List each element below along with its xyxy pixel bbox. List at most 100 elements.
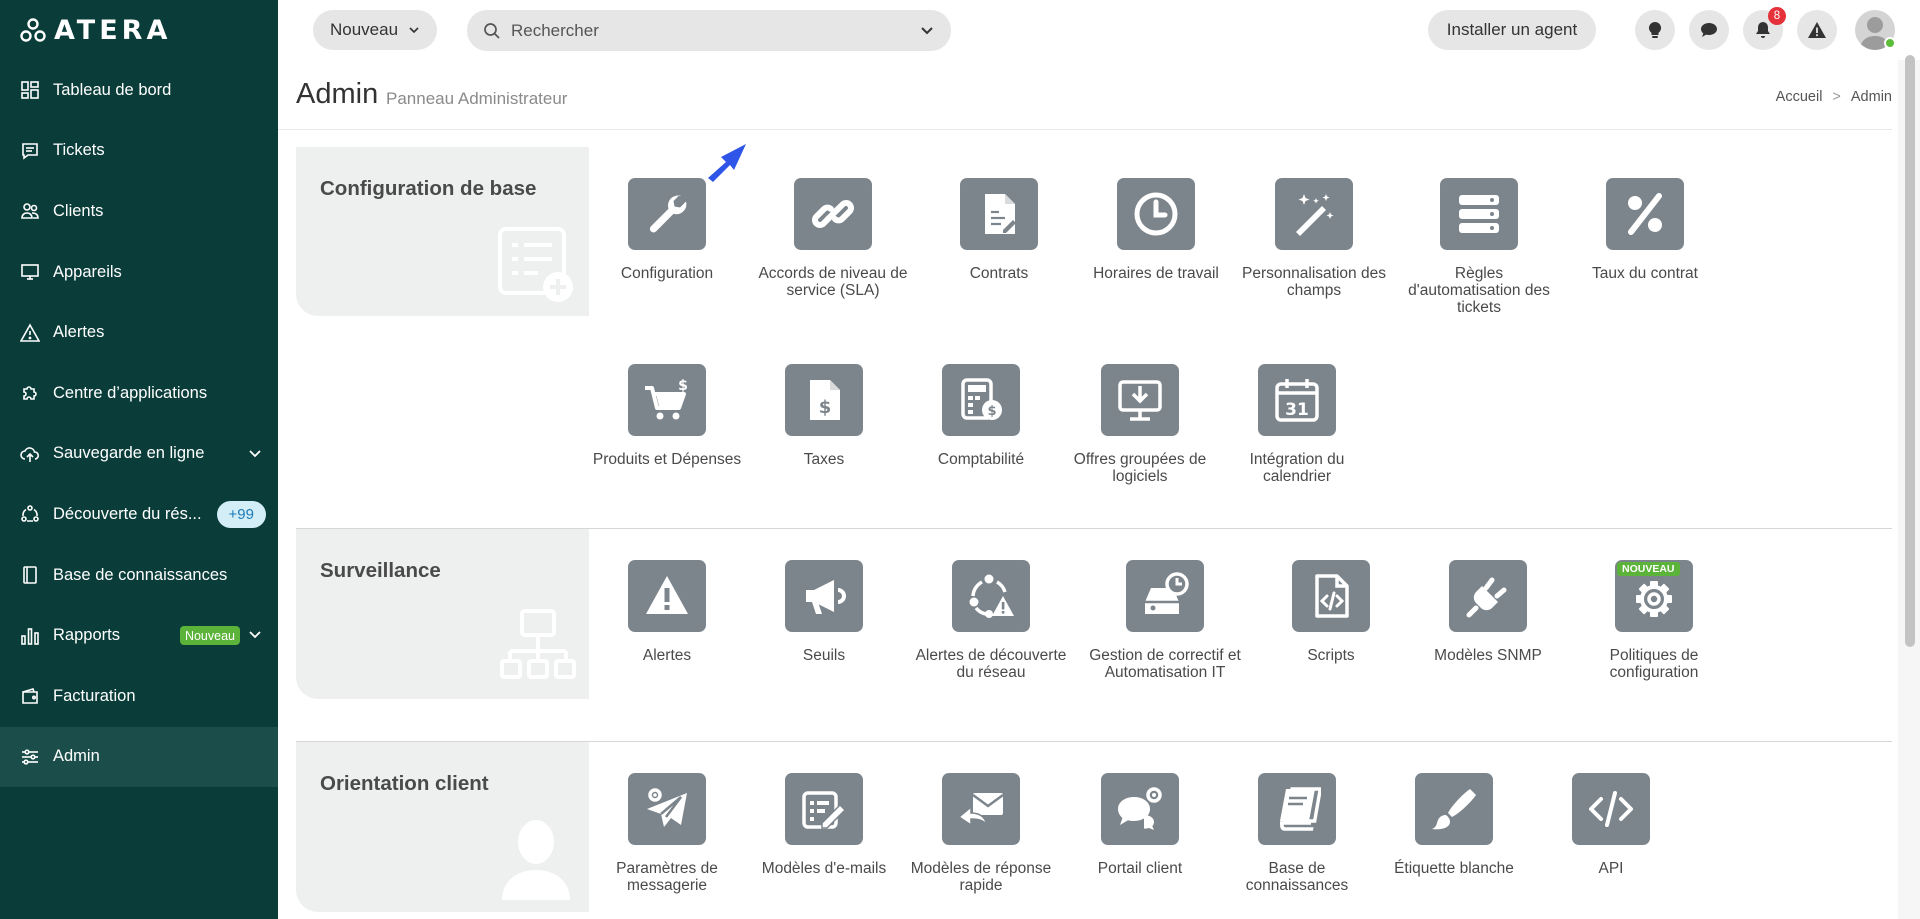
tile-label: Seuils — [802, 647, 846, 664]
tile-icon-box — [1258, 773, 1336, 845]
tile-icon-box — [942, 773, 1020, 845]
sidebar-item-online-backup[interactable]: Sauvegarde en ligne — [0, 424, 278, 485]
breadcrumb-home-link[interactable]: Accueil — [1776, 89, 1823, 105]
megaphone-icon — [806, 580, 846, 614]
tile-icon-box — [1101, 364, 1179, 436]
tile-thresholds[interactable]: Seuils — [744, 560, 904, 664]
sidebar-item-knowledge-base[interactable]: Base de connaissances — [0, 545, 278, 606]
book-icon — [20, 565, 40, 585]
install-agent-button[interactable]: Installer un agent — [1428, 10, 1596, 50]
drive-clock-icon — [1145, 572, 1189, 614]
tile-taxes[interactable]: $ Taxes — [744, 364, 904, 468]
sidebar-nav: Tableau de bord Tickets Clients Appareil… — [0, 60, 278, 788]
sidebar-item-devices[interactable]: Appareils — [0, 242, 278, 303]
tile-icon-box: $ — [785, 364, 863, 436]
tile-network-discovery-alerts[interactable]: Alertes de découverte du réseau — [911, 560, 1071, 681]
tile-icon-box — [960, 178, 1038, 250]
breadcrumb-separator: > — [1832, 89, 1841, 105]
tile-calendar-integration[interactable]: 31 Intégration du calendrier — [1217, 364, 1377, 485]
search-icon — [484, 22, 500, 39]
tile-messaging-settings[interactable]: Paramètres de messagerie — [587, 773, 747, 894]
sidebar-item-billing[interactable]: Facturation — [0, 666, 278, 727]
tile-sla[interactable]: Accords de niveau de service (SLA) — [753, 178, 913, 299]
sidebar-item-clients[interactable]: Clients — [0, 181, 278, 242]
tile-label: Règles d'automatisation des tickets — [1408, 265, 1550, 316]
alert-icon — [20, 323, 40, 343]
new-button[interactable]: Nouveau — [313, 10, 437, 50]
sidebar-item-reports[interactable]: Rapports Nouveau — [0, 605, 278, 666]
atera-logo[interactable]: ATERA — [20, 15, 171, 46]
chevron-down-icon[interactable] — [248, 446, 262, 460]
tile-knowledge-base[interactable]: Base de connaissances — [1217, 773, 1377, 894]
clients-icon — [20, 201, 40, 221]
tile-label: Base de connaissances — [1245, 860, 1349, 894]
tile-icon-box — [628, 773, 706, 845]
tile-client-portal[interactable]: Portail client — [1060, 773, 1220, 877]
scrollbar-thumb[interactable] — [1905, 55, 1915, 647]
tile-contracts[interactable]: Contrats — [919, 178, 1079, 282]
sidebar-item-admin[interactable]: Admin — [0, 726, 278, 788]
alerts-button[interactable] — [1797, 10, 1837, 50]
puzzle-icon — [20, 383, 40, 403]
sidebar-item-alerts[interactable]: Alertes — [0, 302, 278, 363]
chevron-down-icon[interactable] — [248, 627, 262, 641]
tile-icon-box — [785, 560, 863, 632]
tile-icon-box — [1117, 178, 1195, 250]
header-divider — [278, 129, 1892, 130]
paper-plane-gear-icon — [647, 788, 687, 827]
tile-icon-box: NOUVEAU — [1615, 560, 1693, 632]
tile-contract-rates[interactable]: Taux du contrat — [1565, 178, 1725, 282]
section-base-config-panel: Configuration de base — [296, 147, 589, 316]
shopping-cart-dollar-icon: $ — [645, 378, 688, 420]
sidebar-item-tickets[interactable]: Tickets — [0, 121, 278, 182]
tile-configuration-policies[interactable]: NOUVEAU Politiques de configuration — [1574, 560, 1734, 681]
top-bar: Nouveau Installer un agent 8 — [278, 0, 1920, 60]
chevron-down-icon[interactable] — [919, 23, 935, 39]
tile-api[interactable]: API — [1531, 773, 1691, 877]
svg-text:31: 31 — [1285, 400, 1309, 420]
tile-icon-box: $ — [942, 364, 1020, 436]
tile-label: Étiquette blanche — [1394, 860, 1514, 877]
sidebar-item-label: Tableau de bord — [53, 80, 172, 99]
tile-label: Comptabilité — [937, 451, 1025, 468]
sidebar-item-dashboard[interactable]: Tableau de bord — [0, 60, 278, 121]
tile-products-expenses[interactable]: $ Produits et Dépenses — [587, 364, 747, 468]
tile-icon-box — [794, 178, 872, 250]
tips-button[interactable] — [1635, 10, 1675, 50]
notifications-button[interactable]: 8 — [1743, 7, 1786, 50]
tile-icon-box — [1292, 560, 1370, 632]
section-title: Configuration de base — [320, 177, 537, 200]
tile-software-bundles[interactable]: Offres groupées de logiciels — [1060, 364, 1220, 485]
tile-quick-reply-templates[interactable]: Modèles de réponse rapide — [901, 773, 1061, 894]
calculator-coin-icon: $ — [961, 378, 1002, 420]
tile-white-label[interactable]: Étiquette blanche — [1374, 773, 1534, 877]
document-edit-icon — [985, 194, 1016, 234]
tile-label: API — [1598, 860, 1624, 877]
document-dollar-icon: $ — [810, 380, 840, 420]
chat-button[interactable] — [1689, 10, 1729, 50]
tile-accounting[interactable]: $ Comptabilité — [901, 364, 1061, 468]
search-input[interactable] — [511, 20, 891, 41]
sidebar-item-label: Facturation — [53, 686, 136, 705]
search-bar[interactable] — [467, 10, 951, 51]
network-discovery-count-badge: +99 — [216, 501, 266, 529]
tile-label: Modèles d'e-mails — [761, 860, 887, 877]
tile-label: Scripts — [1307, 647, 1355, 664]
tile-snmp-templates[interactable]: Modèles SNMP — [1408, 560, 1568, 664]
tile-patch-management[interactable]: Gestion de correctif et Automatisation I… — [1085, 560, 1245, 681]
tile-ticket-automation-rules[interactable]: Règles d'automatisation des tickets — [1399, 178, 1559, 316]
tile-alerts[interactable]: Alertes — [587, 560, 747, 664]
sidebar-item-network-discovery[interactable]: Découverte du rés... +99 — [0, 484, 278, 545]
code-brackets-icon — [1589, 791, 1633, 827]
tile-email-templates[interactable]: Modèles d'e-mails — [744, 773, 904, 877]
tile-label: Produits et Dépenses — [592, 451, 742, 468]
tile-work-hours[interactable]: Horaires de travail — [1076, 178, 1236, 282]
tile-label: Modèles de réponse rapide — [910, 860, 1052, 894]
sidebar-item-app-center[interactable]: Centre d’applications — [0, 363, 278, 424]
tile-label: Accords de niveau de service (SLA) — [758, 265, 908, 299]
page-title: Admin — [296, 78, 379, 110]
tile-field-customization[interactable]: Personnalisation des champs — [1234, 178, 1394, 299]
tile-scripts[interactable]: Scripts — [1251, 560, 1411, 664]
tile-configuration[interactable]: Configuration — [587, 178, 747, 282]
gear-icon — [1636, 581, 1672, 617]
